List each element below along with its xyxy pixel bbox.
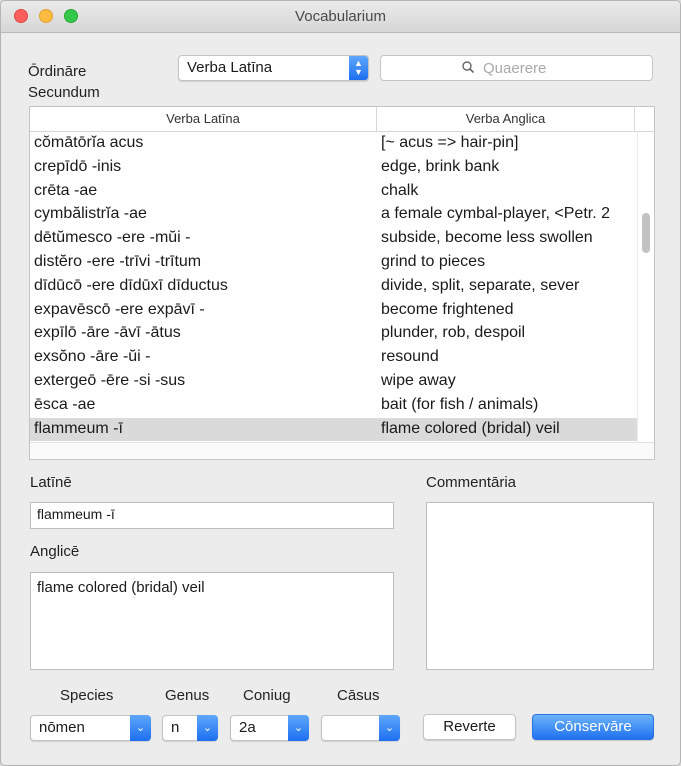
- english-cell: become frightened: [381, 300, 514, 318]
- latin-cell: cŏmātōrĭa acus: [34, 134, 144, 151]
- latin-cell: extergeō -ēre -si -sus: [34, 371, 186, 389]
- column-divider: [634, 107, 635, 131]
- horizontal-scrollbar[interactable]: [30, 442, 654, 459]
- sort-popup[interactable]: Verba Latīna ▲ ▼: [178, 55, 369, 81]
- latin-input[interactable]: flammeum -ī: [30, 502, 394, 529]
- revert-button[interactable]: Reverte: [423, 714, 516, 740]
- up-down-stepper-icon: ▲ ▼: [349, 56, 368, 80]
- vertical-scrollbar[interactable]: [637, 132, 654, 442]
- table-row[interactable]: expavēscō -ere expāvī - become frightened: [30, 299, 637, 323]
- english-cell: wipe away: [381, 371, 456, 389]
- window-title: Vocabularium: [295, 8, 386, 25]
- column-header-latin[interactable]: Verba Latīna: [30, 111, 376, 126]
- english-cell: divide, split, separate, sever: [381, 276, 580, 294]
- sort-popup-value: Verba Latīna: [187, 59, 273, 76]
- chevron-down-icon: ⌄: [379, 715, 400, 741]
- latin-label: Latīnē: [30, 474, 72, 491]
- scrollbar-thumb[interactable]: [642, 213, 650, 253]
- table-row[interactable]: crēta -ae chalk: [30, 180, 637, 204]
- casus-label: Cāsus: [337, 687, 380, 704]
- comments-label: Commentāria: [426, 474, 517, 491]
- table-header: Verba Latīna Verba Anglica: [30, 107, 654, 132]
- search-field[interactable]: Quaerere: [380, 55, 653, 81]
- coniug-popup-value: 2a: [239, 719, 256, 736]
- latin-cell: distĕro -ere -trīvi -trītum: [34, 252, 202, 270]
- coniug-popup[interactable]: 2a ⌄: [230, 715, 309, 741]
- english-textarea-value: flame colored (bridal) veil: [37, 579, 205, 596]
- table-row[interactable]: exsŏno -āre -ŭi - resound: [30, 346, 637, 370]
- english-cell: edge, brink bank: [381, 157, 500, 175]
- genus-popup[interactable]: n ⌄: [162, 715, 218, 741]
- latin-cell: crepīdō -inis: [34, 157, 122, 175]
- coniug-label: Coniug: [243, 687, 291, 704]
- english-cell: flame colored (bridal) veil: [381, 419, 560, 437]
- latin-cell: cymbălistrĭa -ae: [34, 205, 147, 223]
- latin-cell: dīdūcō -ere dīdūxī dīductus: [34, 276, 228, 294]
- vocabulary-table[interactable]: Verba Latīna Verba Anglica cŏmātōrĭa acu…: [29, 106, 655, 460]
- column-header-english[interactable]: Verba Anglica: [377, 111, 634, 126]
- english-cell: plunder, rob, despoil: [381, 324, 526, 342]
- table-row[interactable]: crepīdō -inis edge, brink bank: [30, 156, 637, 180]
- table-row[interactable]: expīlō -āre -āvī -ātus plunder, rob, desp…: [30, 322, 637, 346]
- species-popup[interactable]: nōmen ⌄: [30, 715, 151, 741]
- species-label: Species: [60, 687, 114, 704]
- latin-cell: flammeum -ī: [34, 419, 123, 437]
- comments-textarea[interactable]: [426, 502, 654, 670]
- search-placeholder: Quaerere: [483, 60, 547, 77]
- latin-cell: ēsca -ae: [34, 395, 96, 413]
- english-cell: subside, become less swollen: [381, 229, 593, 247]
- english-cell: [~ acus => hair-pin]: [381, 134, 519, 151]
- english-cell: resound: [381, 348, 439, 366]
- table-row[interactable]: ēsca -ae bait (for fish / animals): [30, 394, 637, 418]
- species-popup-value: nōmen: [39, 719, 85, 736]
- table-body: cŏmātōrĭa acus [~ acus => hair-pin] crepīd…: [30, 132, 637, 442]
- chevron-down-icon: ⌄: [197, 715, 218, 741]
- english-cell: grind to pieces: [381, 252, 486, 270]
- table-row[interactable]: distĕro -ere -trīvi -trītum grind to piec…: [30, 251, 637, 275]
- casus-popup[interactable]: ⌄: [321, 715, 400, 741]
- title-bar[interactable]: Vocabularium: [1, 1, 680, 33]
- english-cell: bait (for fish / animals): [381, 395, 539, 413]
- latin-cell: expavēscō -ere expāvī -: [34, 300, 205, 318]
- latin-input-value: flammeum -ī: [37, 506, 115, 522]
- table-row[interactable]: dētŭmesco -ere -mŭi - subside, become les…: [30, 227, 637, 251]
- table-row[interactable]: cymbălistrĭa -ae a female cymbal-player, …: [30, 203, 637, 227]
- sort-label: Ōrdināre Secundum: [28, 63, 100, 101]
- chevron-down-icon: ⌄: [288, 715, 309, 741]
- latin-cell: crēta -ae: [34, 181, 98, 199]
- chevron-down-icon: ⌄: [130, 715, 151, 741]
- genus-label: Genus: [165, 687, 210, 704]
- english-label: Anglicē: [30, 543, 80, 560]
- english-textarea[interactable]: flame colored (bridal) veil: [30, 572, 394, 670]
- latin-cell: dētŭmesco -ere -mŭi -: [34, 229, 191, 247]
- english-cell: a female cymbal-player, <Petr. 2: [381, 205, 610, 223]
- search-icon: [462, 61, 474, 73]
- genus-popup-value: n: [171, 719, 180, 736]
- save-button[interactable]: Cōnservāre: [532, 714, 654, 740]
- latin-cell: exsŏno -āre -ŭi -: [34, 348, 151, 366]
- table-row[interactable]: dīdūcō -ere dīdūxī dīductus divide, split…: [30, 275, 637, 299]
- table-row[interactable]: cŏmātōrĭa acus [~ acus => hair-pin]: [30, 132, 637, 156]
- english-cell: chalk: [381, 181, 419, 199]
- table-row[interactable]: extergeō -ēre -si -sus wipe away: [30, 370, 637, 394]
- table-row[interactable]: flammeum -ī flame colored (bridal) veil: [30, 417, 637, 442]
- app-window: Vocabularium Ōrdināre Secundum Verba Lat…: [0, 0, 681, 766]
- latin-cell: expīlō -āre -āvī -ātus: [34, 324, 181, 342]
